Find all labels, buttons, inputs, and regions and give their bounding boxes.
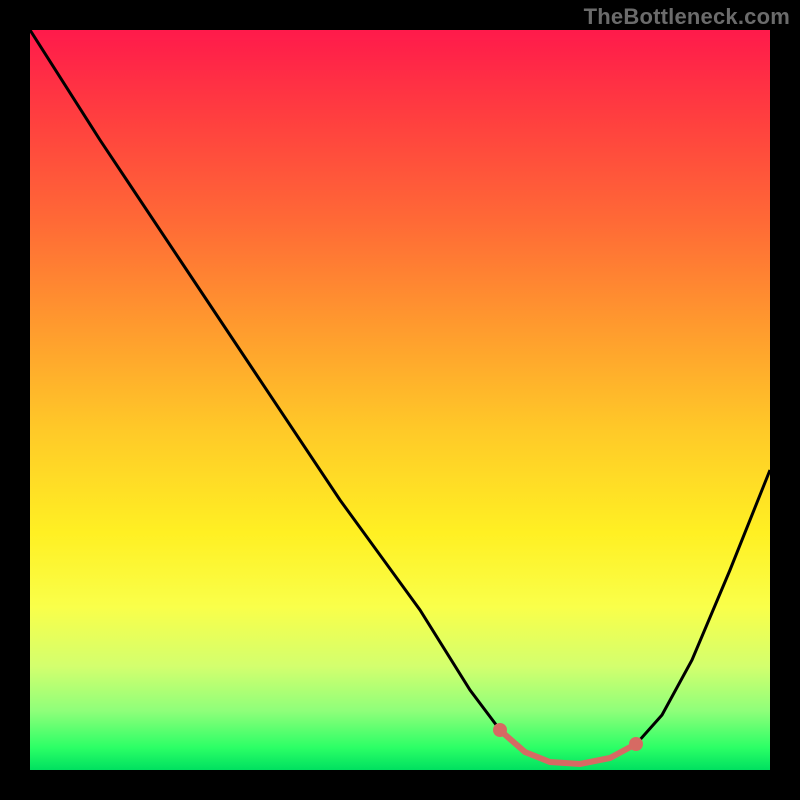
watermark-text: TheBottleneck.com <box>584 4 790 30</box>
bottleneck-curve-svg <box>30 30 770 770</box>
plot-area <box>30 30 770 770</box>
optimal-range-start-dot <box>493 723 507 737</box>
bottleneck-curve <box>30 30 770 764</box>
chart-frame: TheBottleneck.com <box>0 0 800 800</box>
optimal-range-end-dot <box>629 737 643 751</box>
optimal-range-marker <box>502 732 634 764</box>
